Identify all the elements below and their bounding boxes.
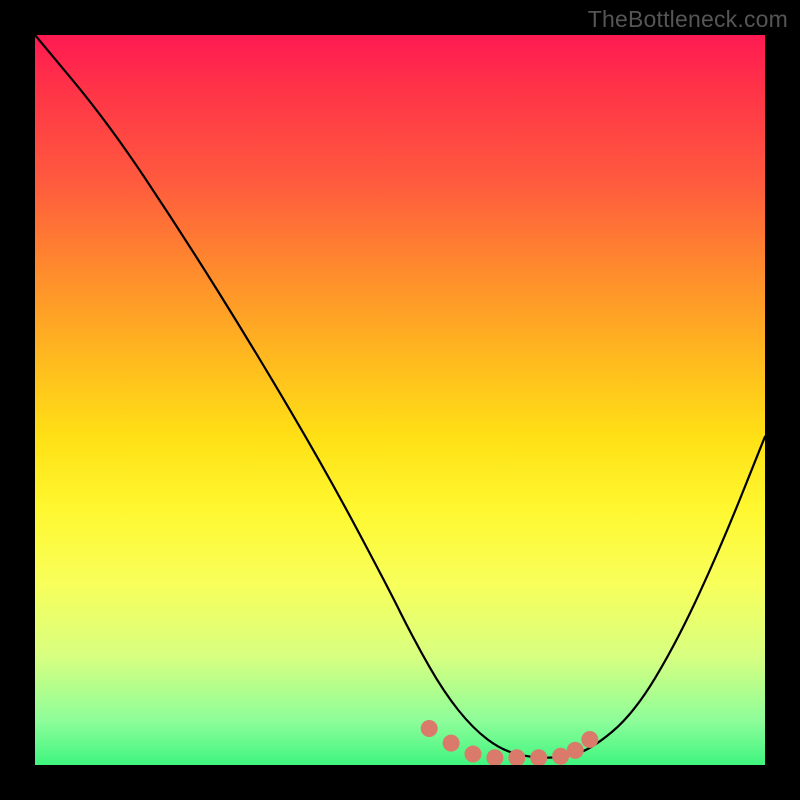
chart-plot-area (35, 35, 765, 765)
chart-marker (530, 749, 547, 765)
chart-svg (35, 35, 765, 765)
chart-marker (465, 746, 482, 763)
chart-marker (443, 735, 460, 752)
chart-marker (581, 731, 598, 748)
chart-marker (552, 748, 569, 765)
chart-marker (486, 749, 503, 765)
chart-marker (567, 742, 584, 759)
bottleneck-curve (35, 35, 765, 758)
watermark-text: TheBottleneck.com (588, 6, 788, 33)
chart-markers (421, 720, 599, 765)
chart-marker (421, 720, 438, 737)
